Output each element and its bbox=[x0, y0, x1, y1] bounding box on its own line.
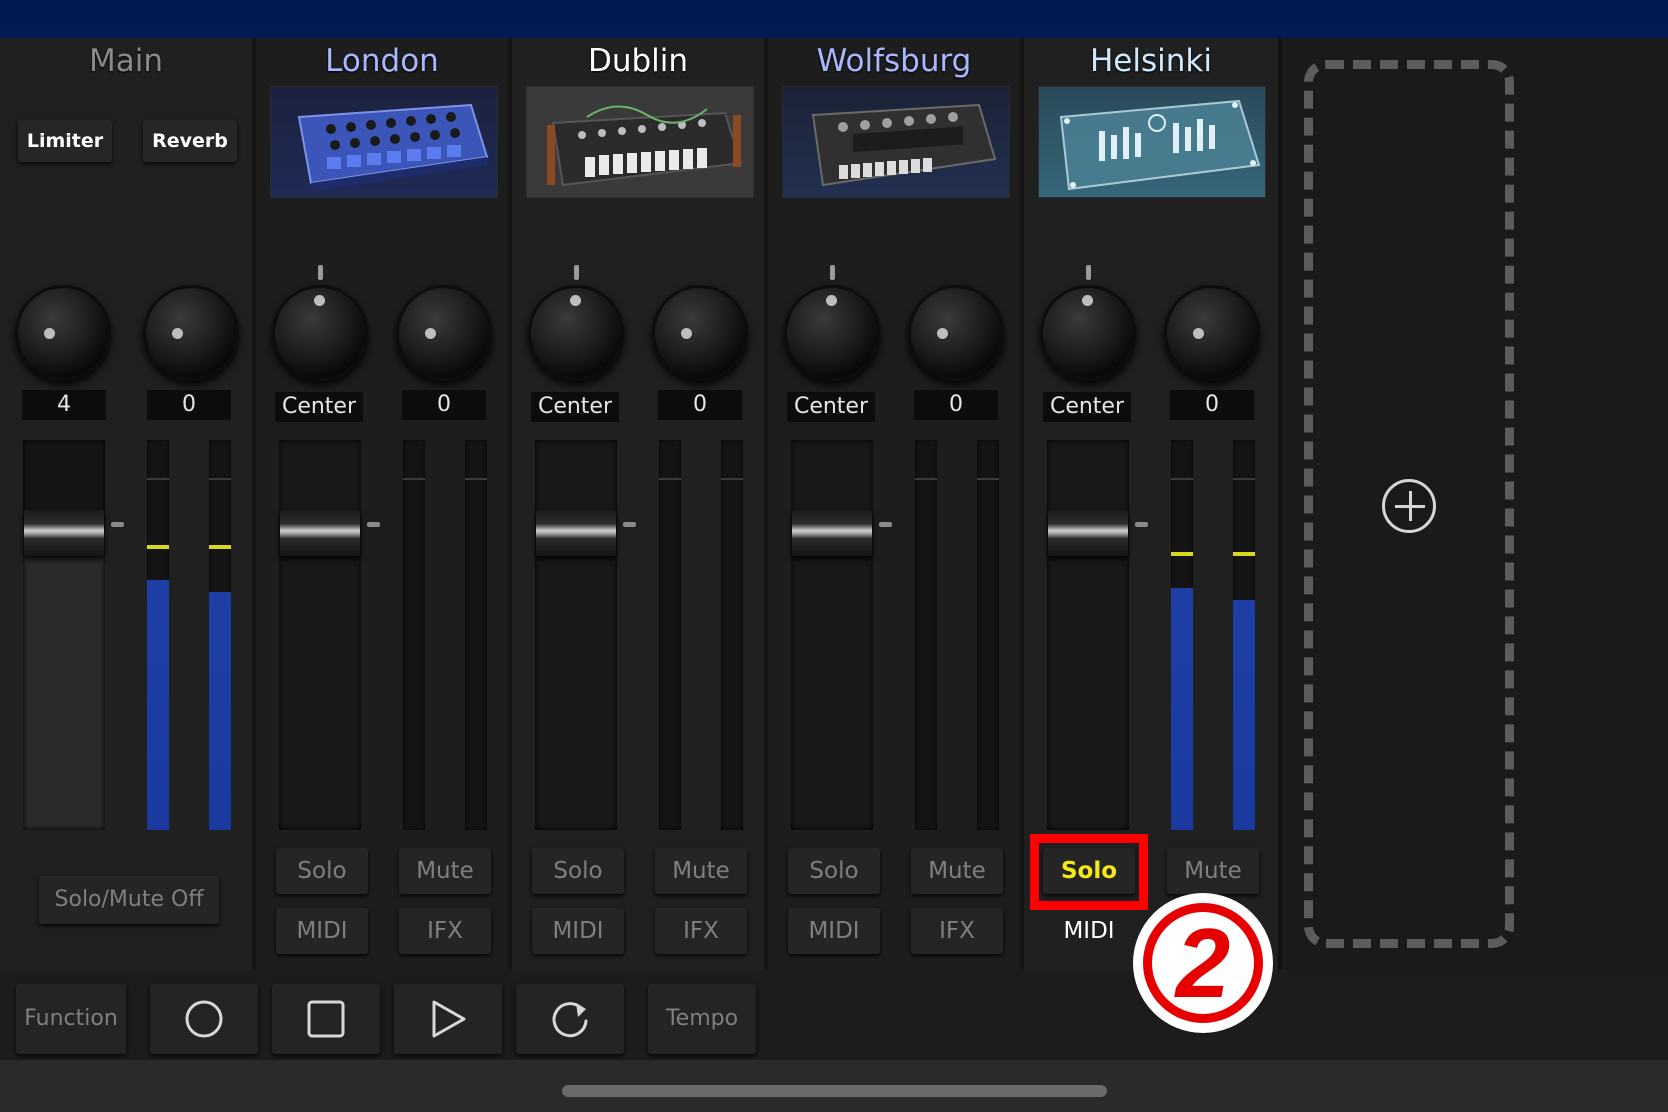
main-channel-title: Main bbox=[88, 43, 163, 79]
dublin-fader-handle[interactable] bbox=[536, 510, 616, 556]
helsinki-left-meter bbox=[1171, 440, 1193, 830]
limiter-button[interactable]: Limiter bbox=[18, 120, 112, 162]
reverb-button[interactable]: Reverb bbox=[143, 120, 237, 162]
pan-center-tick bbox=[574, 265, 579, 280]
tempo-button[interactable]: Tempo bbox=[648, 984, 756, 1054]
mixer-screen: Main London Dublin Wolfsburg Helsinki Li… bbox=[0, 0, 1668, 1112]
helsinki-send-knob[interactable] bbox=[1164, 285, 1260, 381]
helsinki-instrument-thumbnail[interactable] bbox=[1038, 86, 1266, 198]
wolfsburg-ifx-button[interactable]: IFX bbox=[911, 908, 1003, 954]
wolfsburg-send-value: 0 bbox=[914, 390, 998, 420]
dublin-pan-value: Center bbox=[531, 392, 619, 422]
london-right-meter bbox=[465, 440, 487, 830]
dublin-left-meter bbox=[659, 440, 681, 830]
dublin-ifx-button[interactable]: IFX bbox=[655, 908, 747, 954]
stop-square-icon bbox=[307, 1000, 345, 1038]
wolfsburg-volume-fader[interactable] bbox=[791, 440, 873, 830]
helsinki-midi-button[interactable]: MIDI bbox=[1043, 908, 1135, 954]
main-volume-fader[interactable] bbox=[23, 440, 105, 830]
dublin-solo-button[interactable]: Solo bbox=[532, 848, 624, 894]
main-left-meter bbox=[147, 440, 169, 830]
dublin-channel-title[interactable]: Dublin bbox=[512, 40, 764, 82]
wolfsburg-right-meter bbox=[977, 440, 999, 830]
london-volume-fader[interactable] bbox=[279, 440, 361, 830]
function-button[interactable]: Function bbox=[16, 984, 126, 1054]
stop-button[interactable] bbox=[272, 984, 380, 1054]
pan-center-tick bbox=[830, 265, 835, 280]
helsinki-pan-value: Center bbox=[1043, 392, 1131, 422]
helsinki-mute-button[interactable]: Mute bbox=[1167, 848, 1259, 894]
wolfsburg-pan-value: Center bbox=[787, 392, 875, 422]
dublin-instrument-thumbnail[interactable] bbox=[526, 86, 754, 198]
step-number-badge: 2 bbox=[1133, 893, 1273, 1033]
loop-button[interactable] bbox=[516, 984, 624, 1054]
status-bar bbox=[0, 0, 1668, 38]
london-send-knob[interactable] bbox=[396, 285, 492, 381]
wolfsburg-mute-button[interactable]: Mute bbox=[911, 848, 1003, 894]
helsinki-pan-knob[interactable] bbox=[1040, 285, 1136, 381]
solo-mute-off-button[interactable]: Solo/Mute Off bbox=[39, 876, 219, 924]
record-circle-icon bbox=[185, 1000, 223, 1038]
fader-unity-mark bbox=[367, 522, 380, 527]
main-right-meter bbox=[209, 440, 231, 830]
step-number: 2 bbox=[1175, 908, 1231, 1018]
synth-module-image bbox=[811, 103, 997, 187]
main-right-value: 0 bbox=[147, 390, 231, 420]
london-instrument-thumbnail[interactable] bbox=[270, 86, 498, 198]
dublin-pan-knob[interactable] bbox=[528, 285, 624, 381]
london-send-value: 0 bbox=[402, 390, 486, 420]
london-channel-title[interactable]: London bbox=[256, 40, 508, 82]
record-button[interactable] bbox=[150, 984, 258, 1054]
dublin-send-value: 0 bbox=[658, 390, 742, 420]
london-ifx-button[interactable]: IFX bbox=[399, 908, 491, 954]
main-left-value: 4 bbox=[22, 390, 106, 420]
solo-highlight-box bbox=[1030, 834, 1148, 910]
dublin-send-knob[interactable] bbox=[652, 285, 748, 381]
helsinki-fader-handle[interactable] bbox=[1048, 510, 1128, 556]
loop-arrow-icon bbox=[552, 1002, 588, 1038]
wolfsburg-send-knob[interactable] bbox=[908, 285, 1004, 381]
pan-center-tick bbox=[1086, 265, 1091, 280]
home-indicator[interactable] bbox=[562, 1085, 1107, 1097]
wolfsburg-pan-knob[interactable] bbox=[784, 285, 880, 381]
dublin-volume-fader[interactable] bbox=[535, 440, 617, 830]
pan-center-tick bbox=[318, 265, 323, 280]
main-fader-handle[interactable] bbox=[24, 510, 104, 556]
wolfsburg-instrument-thumbnail[interactable] bbox=[782, 86, 1010, 198]
main-left-knob[interactable] bbox=[15, 285, 111, 381]
glass-synth-image bbox=[1059, 99, 1261, 191]
fader-unity-mark bbox=[1135, 522, 1148, 527]
play-button[interactable] bbox=[394, 984, 502, 1054]
play-triangle-icon bbox=[432, 1000, 466, 1038]
london-pan-knob[interactable] bbox=[272, 285, 368, 381]
wolfsburg-solo-button[interactable]: Solo bbox=[788, 848, 880, 894]
london-left-meter bbox=[403, 440, 425, 830]
london-solo-button[interactable]: Solo bbox=[276, 848, 368, 894]
london-pan-value: Center bbox=[275, 392, 363, 422]
helsinki-channel-title[interactable]: Helsinki bbox=[1024, 40, 1278, 82]
fader-unity-mark bbox=[623, 522, 636, 527]
fader-unity-mark bbox=[111, 522, 124, 527]
plus-circle-icon[interactable] bbox=[1382, 479, 1436, 533]
helsinki-right-meter bbox=[1233, 440, 1255, 830]
drum-machine-image bbox=[297, 103, 489, 191]
helsinki-send-value: 0 bbox=[1170, 390, 1254, 420]
main-right-knob[interactable] bbox=[143, 285, 239, 381]
analog-synth-image bbox=[547, 105, 743, 187]
helsinki-volume-fader[interactable] bbox=[1047, 440, 1129, 830]
london-mute-button[interactable]: Mute bbox=[399, 848, 491, 894]
wolfsburg-channel-title[interactable]: Wolfsburg bbox=[768, 40, 1020, 82]
dublin-mute-button[interactable]: Mute bbox=[655, 848, 747, 894]
london-midi-button[interactable]: MIDI bbox=[276, 908, 368, 954]
wolfsburg-fader-handle[interactable] bbox=[792, 510, 872, 556]
london-fader-handle[interactable] bbox=[280, 510, 360, 556]
fader-unity-mark bbox=[879, 522, 892, 527]
dublin-right-meter bbox=[721, 440, 743, 830]
wolfsburg-left-meter bbox=[915, 440, 937, 830]
wolfsburg-midi-button[interactable]: MIDI bbox=[788, 908, 880, 954]
dublin-midi-button[interactable]: MIDI bbox=[532, 908, 624, 954]
